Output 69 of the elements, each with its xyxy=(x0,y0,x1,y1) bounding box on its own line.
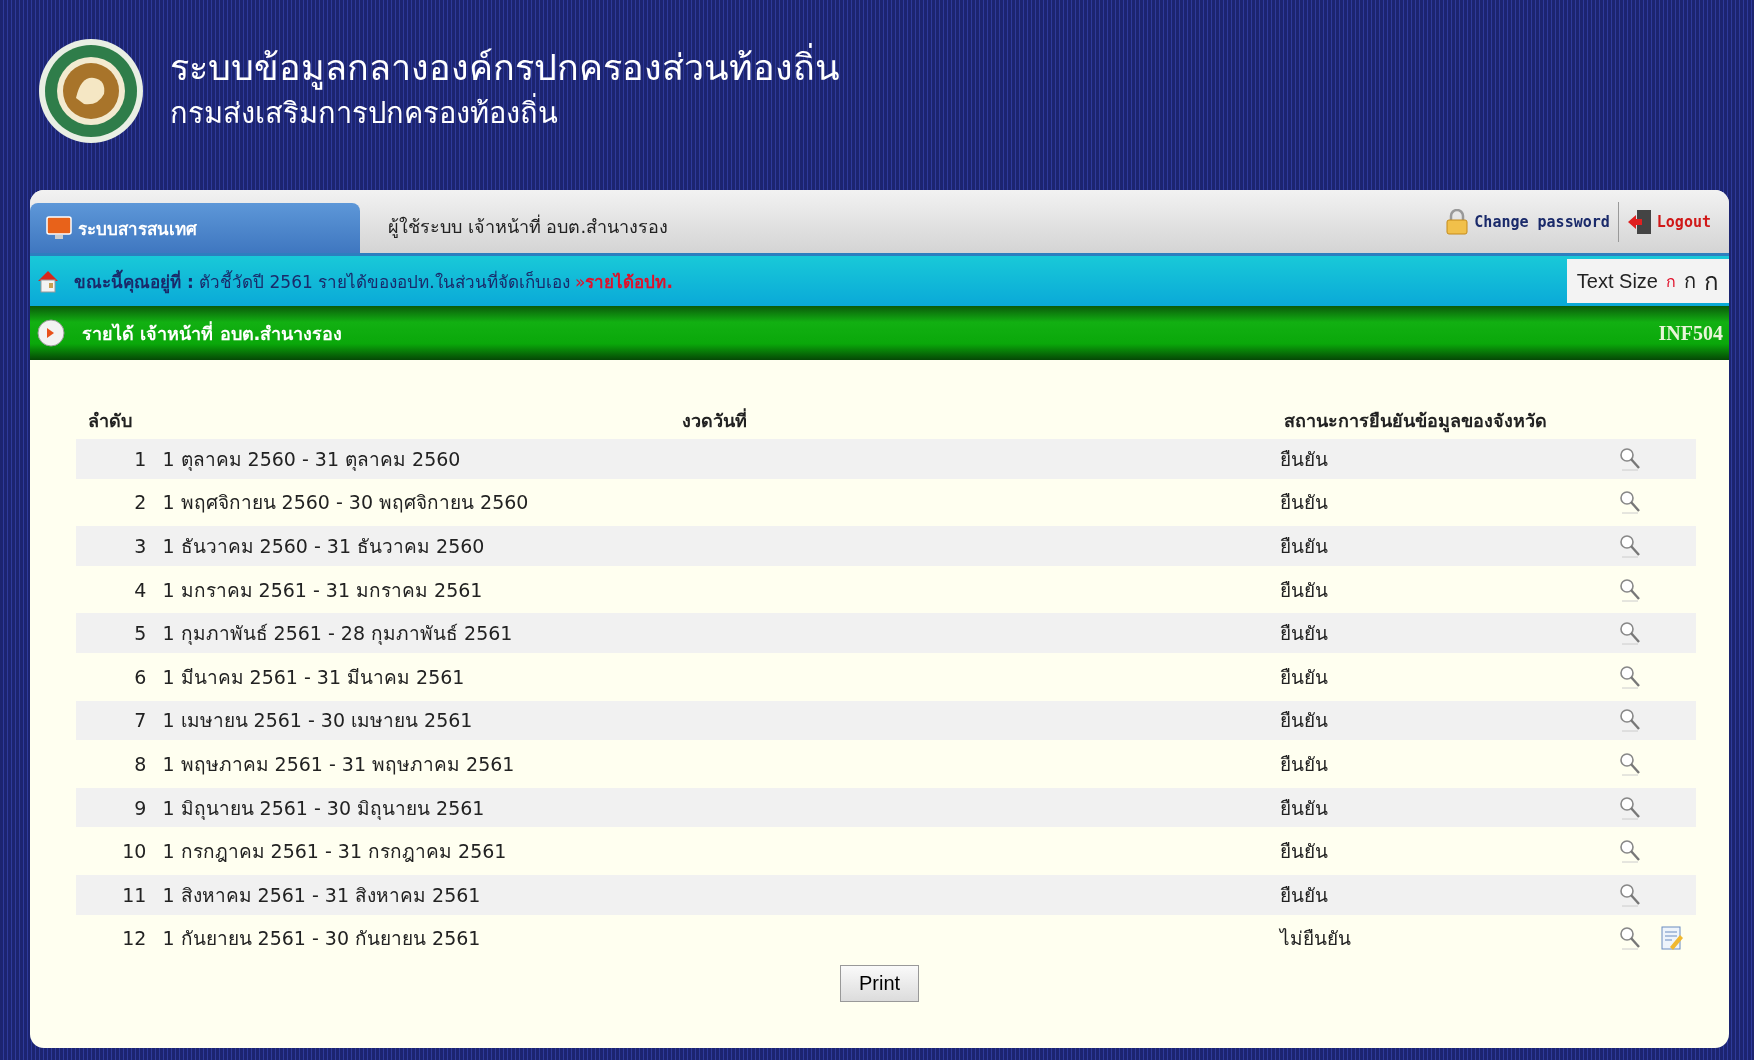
table-cell-text: ยืนยัน xyxy=(1278,490,1329,516)
table-cell-text: ยืนยัน xyxy=(1278,664,1329,690)
table-cell: 1 ตุลาคม 2560 - 31 ตุลาคม 2560 xyxy=(154,439,1272,479)
table-cell: 11 xyxy=(76,874,155,915)
text-size-label: Text Size xyxy=(1576,269,1658,293)
table-cell-text: 10 xyxy=(121,839,148,865)
section-title: รายได้ เจ้าหน้าที่ อบต.สำนางรอง xyxy=(82,320,343,346)
table-cell-text: 2 xyxy=(133,490,148,516)
search-icon[interactable] xyxy=(1617,838,1642,865)
text-size-option[interactable]: ก xyxy=(1684,265,1696,297)
search-icon[interactable] xyxy=(1617,707,1642,734)
page-code: INF504 xyxy=(1658,321,1723,345)
search-icon[interactable] xyxy=(1617,620,1642,647)
text-size-option[interactable]: ก xyxy=(1704,261,1719,301)
table-cell: 3 xyxy=(76,526,155,566)
table-cell: 7 xyxy=(76,700,155,741)
table-cell: 1 กุมภาพันธ์ 2561 - 28 กุมภาพันธ์ 2561 xyxy=(154,613,1272,653)
table-cell-text: 1 พฤศจิกายน 2560 - 30 พฤศจิกายน 2560 xyxy=(161,490,530,516)
table-cell: 9 xyxy=(76,787,155,828)
search-icon[interactable] xyxy=(1617,794,1642,821)
table-cell: 1 สิงหาคม 2561 - 31 สิงหาคม 2561 xyxy=(154,874,1272,915)
search-icon[interactable] xyxy=(1617,576,1642,603)
table-cell: 1 ธันวาคม 2560 - 31 ธันวาคม 2560 xyxy=(154,526,1272,566)
arrow-circle-icon xyxy=(36,318,66,348)
table-cell: ยืนยัน xyxy=(1271,613,1610,653)
search-icon[interactable] xyxy=(1617,663,1642,690)
table-cell: 5 xyxy=(76,613,155,653)
user-info: ผู้ใช้ระบบ เจ้าหน้าที่ อบต.สำนางรอง xyxy=(388,213,669,240)
table-cell-text: 8 xyxy=(133,751,148,777)
text-size-option[interactable]: ก xyxy=(1666,268,1676,294)
table-cell-text: 1 มีนาคม 2561 - 31 มีนาคม 2561 xyxy=(161,664,466,690)
column-header: งวดวันที่ xyxy=(681,410,747,431)
table-cell: ยืนยัน xyxy=(1271,700,1610,741)
column-header: สถานะการยืนยันข้อมูลของจังหวัด xyxy=(1283,410,1547,431)
table-cell-text: 1 กรกฎาคม 2561 - 31 กรกฎาคม 2561 xyxy=(161,839,508,865)
search-icon[interactable] xyxy=(1617,881,1642,908)
table-cell-text: ยืนยัน xyxy=(1278,577,1329,603)
table-cell-text: 1 มกราคม 2561 - 31 มกราคม 2561 xyxy=(161,577,484,603)
table-cell: 1 xyxy=(76,439,155,479)
table-cell: ยืนยัน xyxy=(1271,874,1610,915)
search-icon[interactable] xyxy=(1617,533,1642,559)
column-header: ลำดับ xyxy=(88,410,132,431)
table-cell-text: 1 กันยายน 2561 - 30 กันยายน 2561 xyxy=(161,926,482,952)
table-cell: ยืนยัน xyxy=(1271,526,1610,566)
door-exit-icon xyxy=(1626,208,1653,235)
site-subtitle: กรมส่งเสริมการปกครองท้องถิ่น xyxy=(170,89,840,136)
search-icon[interactable] xyxy=(1617,750,1642,777)
search-icon[interactable] xyxy=(1617,445,1642,472)
search-icon[interactable] xyxy=(1617,489,1642,516)
table-cell-text: 6 xyxy=(133,664,148,690)
table-cell-text: ไม่ยืนยัน xyxy=(1278,926,1352,952)
change-password-link[interactable]: Change password xyxy=(1436,208,1618,235)
table-cell-text: 4 xyxy=(133,577,148,603)
table-cell: 1 มิถุนายน 2561 - 30 มิถุนายน 2561 xyxy=(154,787,1272,828)
home-icon[interactable] xyxy=(36,269,60,293)
logout-link[interactable]: Logout xyxy=(1618,208,1719,235)
table-cell-text: 12 xyxy=(121,926,148,952)
padlock-icon xyxy=(1444,208,1471,235)
search-icon[interactable] xyxy=(1617,925,1642,952)
table-cell-text: 1 พฤษภาคม 2561 - 31 พฤษภาคม 2561 xyxy=(161,751,516,777)
system-tab[interactable]: ระบบสารสนเทศ xyxy=(30,203,360,253)
table-cell-text: ยืนยัน xyxy=(1278,751,1329,777)
table-cell: 1 เมษายน 2561 - 30 เมษายน 2561 xyxy=(154,700,1272,741)
breadcrumb: ขณะนี้คุณอยู่ที่ : ตัวชี้วัดปี 2561 รายได้ของอปท.ในส่วนที่จัดเก็บเอง »รายได้อปท. xyxy=(74,268,673,295)
print-button[interactable]: Print xyxy=(839,965,920,1003)
table-cell-text: ยืนยัน xyxy=(1278,839,1329,865)
table-cell: ยืนยัน xyxy=(1271,787,1610,828)
monitor-icon xyxy=(46,215,72,241)
table-cell: ยืนยัน xyxy=(1271,439,1610,479)
